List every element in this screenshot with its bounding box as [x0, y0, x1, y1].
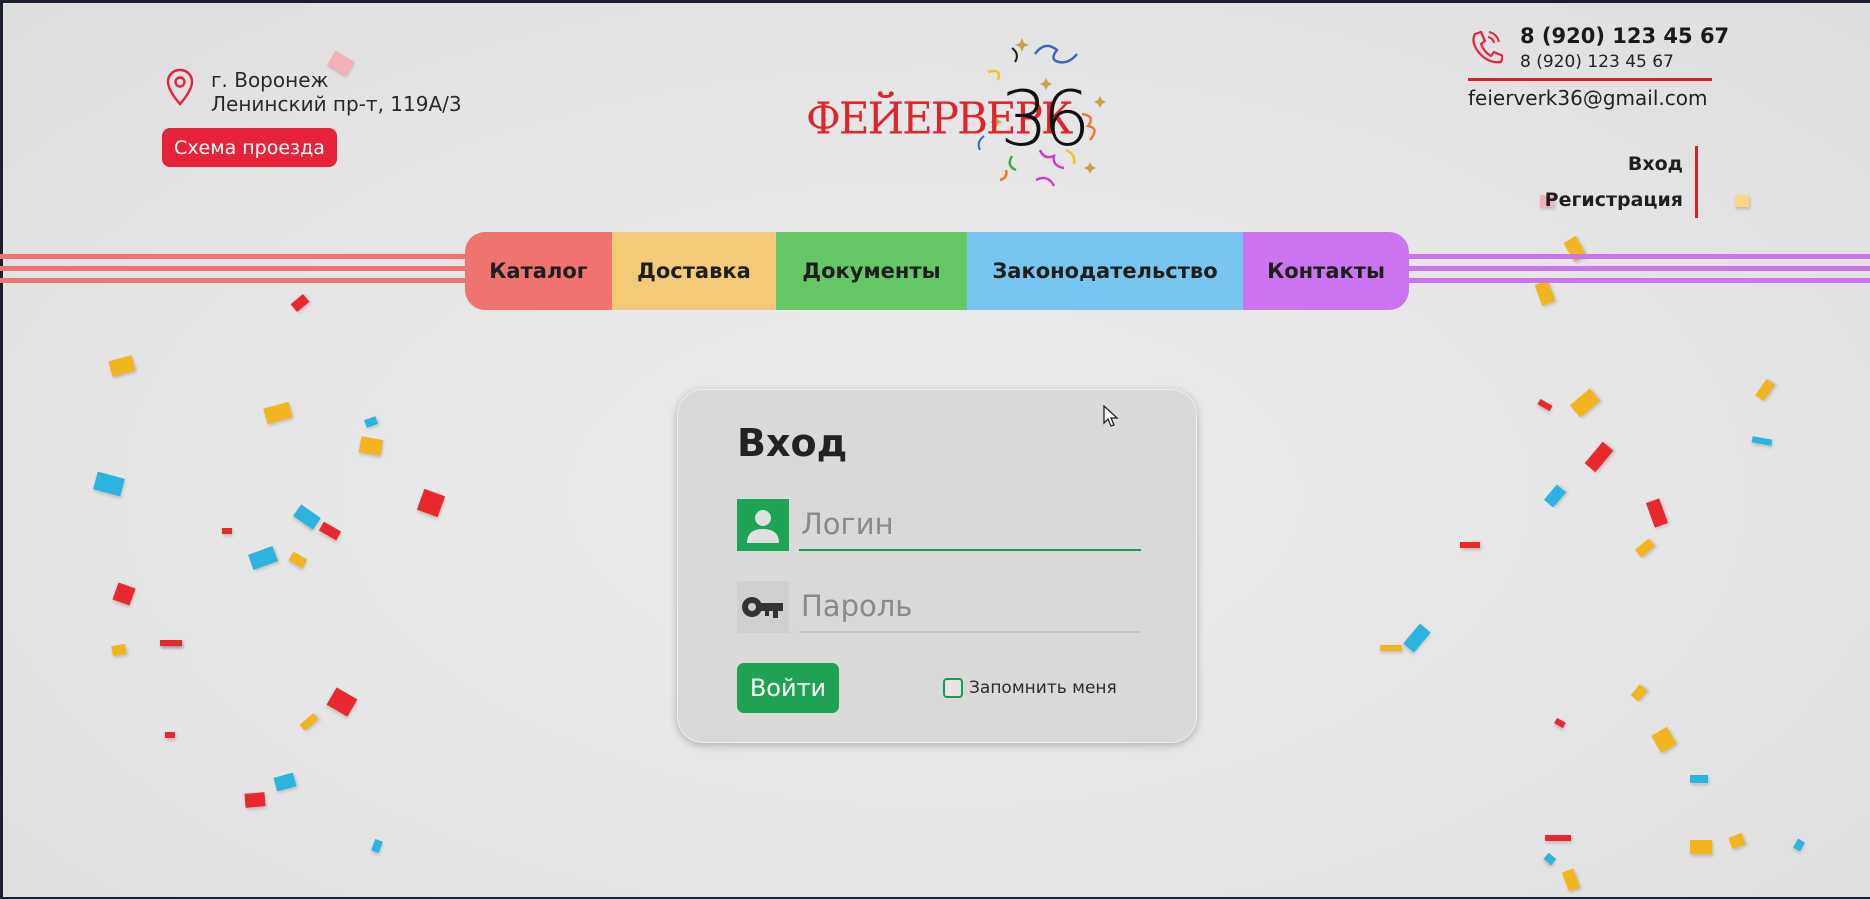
user-icon: [737, 499, 789, 551]
confetti-piece: [1751, 436, 1773, 446]
confetti-piece: [112, 582, 136, 606]
address-block: г. Воронеж Ленинский пр-т, 119А/3: [165, 68, 462, 116]
route-map-button[interactable]: Схема проезда: [162, 128, 337, 167]
confetti-piece: [273, 772, 297, 792]
confetti-piece: [318, 521, 342, 541]
main-nav: Каталог Доставка Документы Законодательс…: [465, 232, 1409, 310]
login-link[interactable]: Вход: [1545, 146, 1683, 182]
confetti-piece: [1690, 775, 1708, 783]
confetti-piece: [165, 732, 175, 738]
confetti-piece: [1735, 195, 1749, 207]
phone-icon: [1472, 30, 1503, 64]
email-link[interactable]: feierverk36@gmail.com: [1468, 86, 1707, 110]
confetti-piece: [326, 687, 358, 717]
confetti-piece: [93, 471, 125, 497]
address-city: г. Воронеж: [211, 68, 329, 92]
confetti-piece: [1651, 726, 1677, 754]
confetti-piece: [108, 355, 136, 377]
login-card: Вход Войти Запомнить меня: [677, 389, 1197, 743]
confetti-piece: [299, 713, 319, 731]
mouse-cursor-icon: [1103, 405, 1119, 427]
confetti-piece: [1630, 684, 1648, 702]
confetti-piece: [1584, 441, 1614, 473]
remember-label: Запомнить меня: [969, 678, 1117, 698]
confetti-piece: [111, 643, 127, 657]
site-logo[interactable]: ФЕЙЕРВЕРК 36: [800, 32, 1130, 202]
key-icon: [737, 581, 789, 633]
password-input[interactable]: [799, 581, 1141, 633]
nav-item-legislation[interactable]: Законодательство: [967, 232, 1243, 310]
confetti-piece: [1634, 538, 1656, 558]
logo-number: 36: [1000, 74, 1091, 163]
confetti-piece: [358, 436, 384, 456]
phone-main[interactable]: 8 (920) 123 45 67: [1520, 24, 1729, 48]
register-link[interactable]: Регистрация: [1545, 182, 1683, 218]
phone-secondary[interactable]: 8 (920) 123 45 67: [1520, 52, 1674, 72]
confetti-piece: [293, 504, 321, 530]
map-pin-icon: [166, 68, 194, 106]
confetti-piece: [222, 528, 232, 534]
nav-item-documents[interactable]: Документы: [776, 232, 967, 310]
confetti-piece: [1690, 840, 1712, 854]
confetti-piece: [1545, 835, 1571, 841]
confetti-piece: [363, 416, 379, 428]
confetti-piece: [1460, 542, 1480, 548]
confetti-piece: [248, 546, 278, 570]
confetti-piece: [288, 551, 308, 569]
confetti-piece: [160, 640, 182, 646]
confetti-piece: [1793, 838, 1805, 852]
confetti-piece: [1380, 645, 1402, 651]
nav-stripes-right: [1405, 254, 1870, 286]
confetti-piece: [244, 792, 266, 808]
window-top-border: [0, 0, 1870, 3]
confetti-piece: [1755, 378, 1775, 402]
remember-checkbox[interactable]: [943, 678, 963, 698]
confetti-piece: [1537, 398, 1553, 412]
nav-item-delivery[interactable]: Доставка: [612, 232, 776, 310]
confetti-piece: [371, 838, 383, 854]
confetti-piece: [263, 401, 293, 425]
nav-stripes-left: [0, 254, 470, 286]
divider: [1468, 78, 1712, 81]
nav-item-contacts[interactable]: Контакты: [1243, 232, 1409, 310]
confetti-piece: [1403, 623, 1431, 653]
remember-me[interactable]: Запомнить меня: [943, 678, 1117, 698]
auth-links: Вход Регистрация: [1545, 146, 1698, 218]
confetti-piece: [1543, 484, 1567, 508]
window-left-border: [0, 0, 3, 899]
confetti-piece: [1561, 868, 1581, 892]
login-title: Вход: [737, 421, 848, 465]
confetti-piece: [1543, 852, 1557, 866]
address-street: Ленинский пр-т, 119А/3: [211, 92, 462, 116]
confetti-piece: [290, 294, 310, 312]
login-submit-button[interactable]: Войти: [737, 663, 839, 713]
confetti-piece: [1645, 498, 1669, 528]
login-input[interactable]: [799, 499, 1141, 551]
confetti-piece: [1569, 388, 1601, 418]
confetti-piece: [1554, 717, 1566, 729]
nav-item-catalog[interactable]: Каталог: [465, 232, 612, 310]
confetti-piece: [1728, 832, 1746, 850]
confetti-piece: [416, 488, 446, 518]
